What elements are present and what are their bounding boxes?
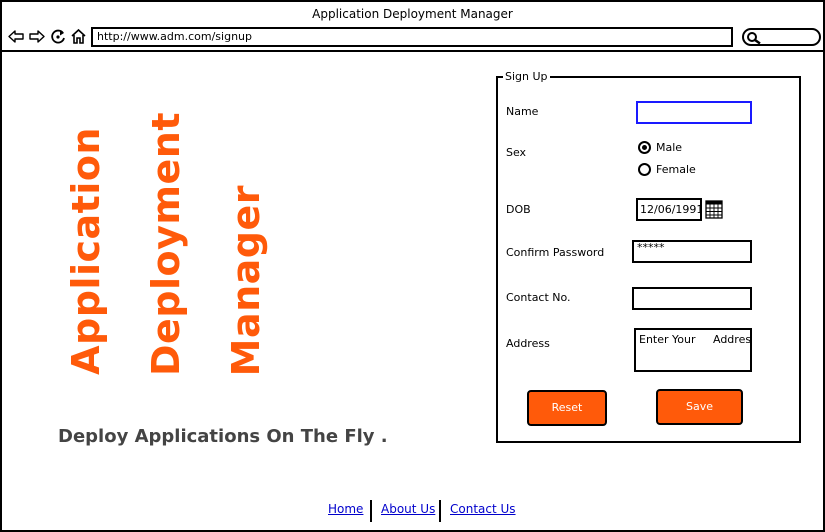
- save-button[interactable]: Save: [656, 389, 743, 425]
- name-label: Name: [506, 105, 539, 118]
- radio-female[interactable]: [638, 163, 651, 176]
- search-icon: [747, 32, 761, 45]
- browser-toolbar: http://www.adm.com/signup: [2, 24, 823, 52]
- contact-input[interactable]: [632, 287, 752, 310]
- radio-male-label[interactable]: Male: [656, 141, 682, 154]
- footer-divider: [439, 500, 441, 522]
- hero-title-line-2: Deployment: [144, 112, 188, 377]
- dob-input[interactable]: 12/06/1991: [636, 198, 702, 221]
- tagline: Deploy Applications On The Fly .: [58, 426, 388, 447]
- home-icon[interactable]: [70, 28, 87, 45]
- address-textarea[interactable]: Enter Your Address: [634, 328, 752, 372]
- footer-divider: [370, 500, 372, 522]
- dob-label: DOB: [506, 203, 531, 216]
- contact-label: Contact No.: [506, 291, 571, 304]
- footer-link-home[interactable]: Home: [328, 502, 363, 516]
- search-input[interactable]: [742, 28, 821, 46]
- footer-link-contact[interactable]: Contact Us: [450, 502, 516, 516]
- radio-female-label[interactable]: Female: [656, 163, 696, 176]
- radio-male[interactable]: [638, 141, 651, 154]
- window-title: Application Deployment Manager: [312, 7, 513, 21]
- hero-title-line-3: Manager: [224, 185, 268, 377]
- reset-button[interactable]: Reset: [527, 390, 607, 426]
- sex-label: Sex: [506, 146, 527, 159]
- signup-legend: Sign Up: [503, 69, 550, 85]
- hero-title-line-1: Application: [64, 127, 108, 375]
- back-arrow-icon[interactable]: [8, 28, 25, 45]
- calendar-icon[interactable]: [705, 199, 723, 219]
- address-label: Address: [506, 337, 550, 350]
- url-bar[interactable]: http://www.adm.com/signup: [91, 27, 733, 47]
- confirm-password-label: Confirm Password: [506, 246, 605, 259]
- footer-link-about[interactable]: About Us: [381, 502, 435, 516]
- forward-arrow-icon[interactable]: [28, 28, 45, 45]
- confirm-password-input[interactable]: *****: [632, 240, 752, 263]
- reload-icon[interactable]: [50, 28, 67, 45]
- name-input[interactable]: [636, 101, 752, 124]
